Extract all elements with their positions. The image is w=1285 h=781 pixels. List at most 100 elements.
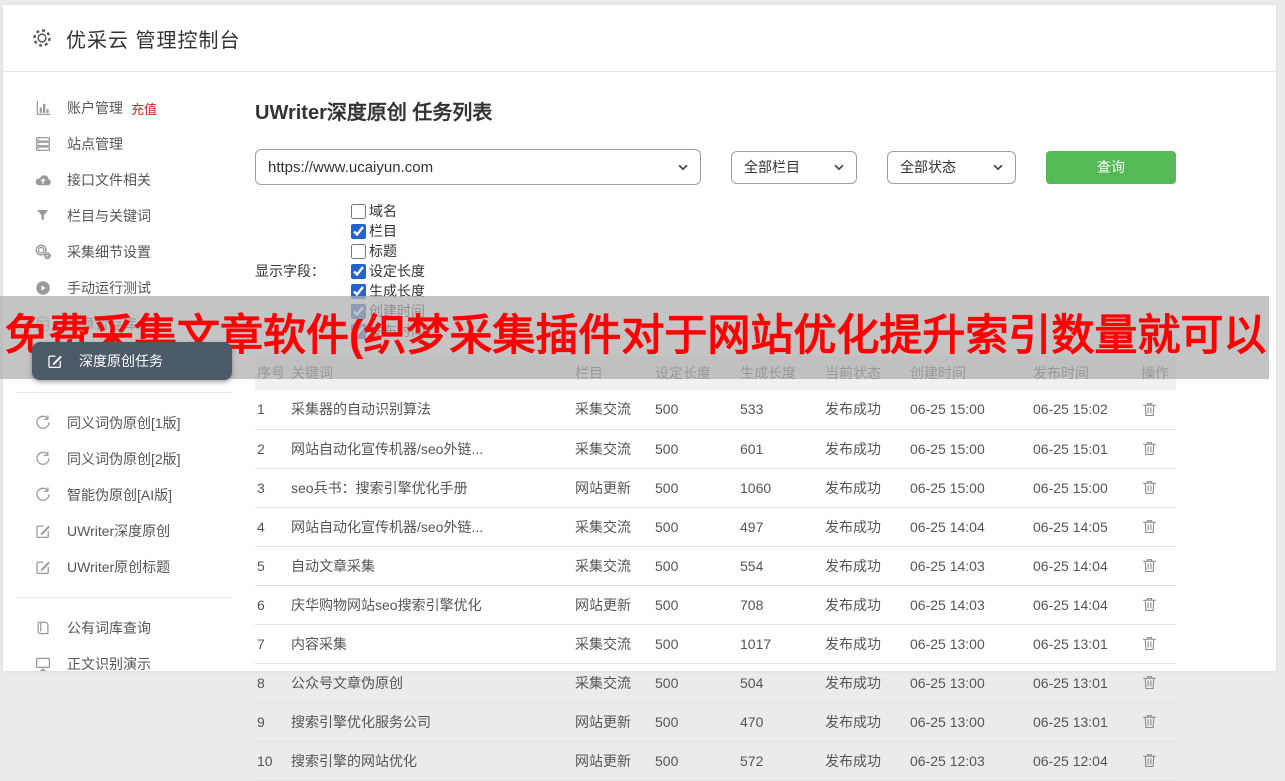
cell-published: 06-25 15:01: [1031, 429, 1139, 469]
sidebar-item-funnel[interactable]: 栏目与关键词: [3, 198, 255, 234]
chart-bars-icon: [36, 100, 51, 116]
status-select[interactable]: 全部状态: [887, 150, 1016, 184]
cell-created: 06-25 14:04: [908, 507, 1031, 547]
delete-task-button[interactable]: [1141, 634, 1158, 653]
delete-task-button[interactable]: [1141, 751, 1158, 770]
cell-actions: [1139, 546, 1176, 586]
column-select[interactable]: 全部栏目: [731, 150, 857, 184]
cell-set-length: 500: [653, 546, 738, 586]
cell-set-length: 500: [653, 390, 738, 430]
cell-no: 4: [255, 507, 289, 547]
cell-actions: [1139, 390, 1176, 430]
cell-published: 06-25 13:01: [1031, 624, 1139, 664]
sidebar-item-cloud-upload[interactable]: 接口文件相关: [3, 162, 255, 198]
sidebar: 账户管理充值站点管理接口文件相关栏目与关键词采集细节设置手动运行测试文章暂存库深…: [3, 72, 255, 672]
cell-status: 发布成功: [823, 624, 908, 664]
cell-status: 发布成功: [823, 702, 908, 742]
cell-keyword: 网站自动化宣传机器/seo外链...: [289, 507, 573, 547]
edit-icon: [46, 352, 64, 370]
sidebar-item-label: 账户管理: [67, 100, 123, 116]
cell-column: 采集交流: [573, 429, 653, 469]
column-select-value: 全部栏目: [744, 159, 800, 175]
sidebar-item-refresh[interactable]: 智能伪原创[AI版]: [3, 477, 255, 513]
sidebar-item-edit[interactable]: 深度原创任务: [32, 342, 232, 380]
query-button[interactable]: 查询: [1046, 150, 1176, 184]
delete-task-button[interactable]: [1141, 400, 1158, 419]
cell-actions: [1139, 624, 1176, 664]
cell-gen-length: 533: [738, 390, 823, 430]
chevron-down-icon: [993, 164, 1003, 171]
cell-actions: [1139, 663, 1176, 703]
field-checkbox-标题[interactable]: 标题: [351, 241, 425, 261]
sidebar-item-label: 公有词库查询: [67, 620, 151, 636]
delete-task-button[interactable]: [1141, 556, 1158, 575]
trash-icon: [1142, 676, 1157, 690]
task-table: 序号关键词栏目设定长度生成长度当前状态创建时间发布时间操作 1采集器的自动识别算…: [255, 356, 1176, 781]
cell-keyword: 网站自动化宣传机器/seo外链...: [289, 429, 573, 469]
checkbox[interactable]: [351, 243, 366, 259]
sidebar-item-edit[interactable]: UWriter原创标题: [3, 549, 255, 585]
sidebar-item-label: 站点管理: [67, 136, 123, 152]
field-checkbox-域名[interactable]: 域名: [351, 201, 425, 221]
chevron-down-icon: [678, 164, 688, 171]
cell-published: 06-25 14:04: [1031, 585, 1139, 625]
cell-gen-length: 470: [738, 702, 823, 742]
cell-created: 06-25 15:00: [908, 468, 1031, 508]
cell-keyword: 采集器的自动识别算法: [289, 390, 573, 430]
cell-status: 发布成功: [823, 429, 908, 469]
delete-task-button[interactable]: [1141, 439, 1158, 458]
cell-keyword: 公众号文章伪原创: [289, 663, 573, 703]
edit-icon: [36, 561, 50, 575]
recharge-badge[interactable]: 充值: [131, 99, 157, 118]
funnel-icon: [37, 210, 49, 221]
trash-icon: [1142, 637, 1157, 651]
field-checkbox-设定长度[interactable]: 设定长度: [351, 261, 425, 281]
delete-task-button[interactable]: [1141, 478, 1158, 497]
cell-created: 06-25 13:00: [908, 624, 1031, 664]
cell-set-length: 500: [653, 585, 738, 625]
sidebar-item-monitor[interactable]: 正文识别演示: [3, 646, 255, 682]
sidebar-item-refresh[interactable]: 同义词伪原创[1版]: [3, 405, 255, 441]
table-row: 6 庆华购物网站seo搜索引擎优化 网站更新 500 708 发布成功 06-25 14:0…: [255, 585, 1176, 625]
checkbox-label: 标题: [369, 243, 397, 259]
cell-gen-length: 1060: [738, 468, 823, 508]
checkbox[interactable]: [351, 263, 366, 279]
cell-created: 06-25 14:03: [908, 546, 1031, 586]
field-checkbox-栏目[interactable]: 栏目: [351, 221, 425, 241]
status-select-value: 全部状态: [900, 159, 956, 175]
cell-no: 1: [255, 390, 289, 430]
delete-task-button[interactable]: [1141, 517, 1158, 536]
sidebar-item-refresh[interactable]: 同义词伪原创[2版]: [3, 441, 255, 477]
trash-icon: [1142, 520, 1157, 534]
trash-icon: [1142, 481, 1157, 495]
cell-keyword: 庆华购物网站seo搜索引擎优化: [289, 585, 573, 625]
sidebar-item-server[interactable]: 站点管理: [3, 126, 255, 162]
sidebar-item-label: UWriter原创标题: [67, 559, 171, 575]
cell-column: 网站更新: [573, 741, 653, 781]
trash-icon: [1142, 442, 1157, 456]
sidebar-item-gears[interactable]: 采集细节设置: [3, 234, 255, 270]
checkbox[interactable]: [351, 223, 366, 239]
cell-gen-length: 504: [738, 663, 823, 703]
gear-icon: [33, 29, 51, 47]
table-row: 10 搜索引擎的网站优化 网站更新 500 572 发布成功 06-25 12:03 06-2…: [255, 741, 1176, 781]
site-select[interactable]: https://www.ucaiyun.com: [255, 149, 701, 185]
sidebar-item-label: 手动运行测试: [67, 280, 151, 296]
play-circle-icon: [36, 281, 50, 295]
checkbox-label: 栏目: [369, 223, 397, 239]
cell-created: 06-25 13:00: [908, 702, 1031, 742]
cell-no: 9: [255, 702, 289, 742]
table-row: 1 采集器的自动识别算法 采集交流 500 533 发布成功 06-25 15:00 06-2…: [255, 390, 1176, 430]
checkbox[interactable]: [351, 203, 366, 219]
app-title: 优采云 管理控制台: [66, 29, 241, 52]
cell-keyword: 搜索引擎的网站优化: [289, 741, 573, 781]
cell-no: 5: [255, 546, 289, 586]
delete-task-button[interactable]: [1141, 595, 1158, 614]
sidebar-item-book[interactable]: 公有词库查询: [3, 610, 255, 646]
book-icon: [34, 619, 52, 637]
sidebar-item-edit[interactable]: UWriter深度原创: [3, 513, 255, 549]
delete-task-button[interactable]: [1141, 673, 1158, 692]
delete-task-button[interactable]: [1141, 712, 1158, 731]
cell-status: 发布成功: [823, 468, 908, 508]
sidebar-item-chart-bars[interactable]: 账户管理 充值: [3, 90, 255, 126]
